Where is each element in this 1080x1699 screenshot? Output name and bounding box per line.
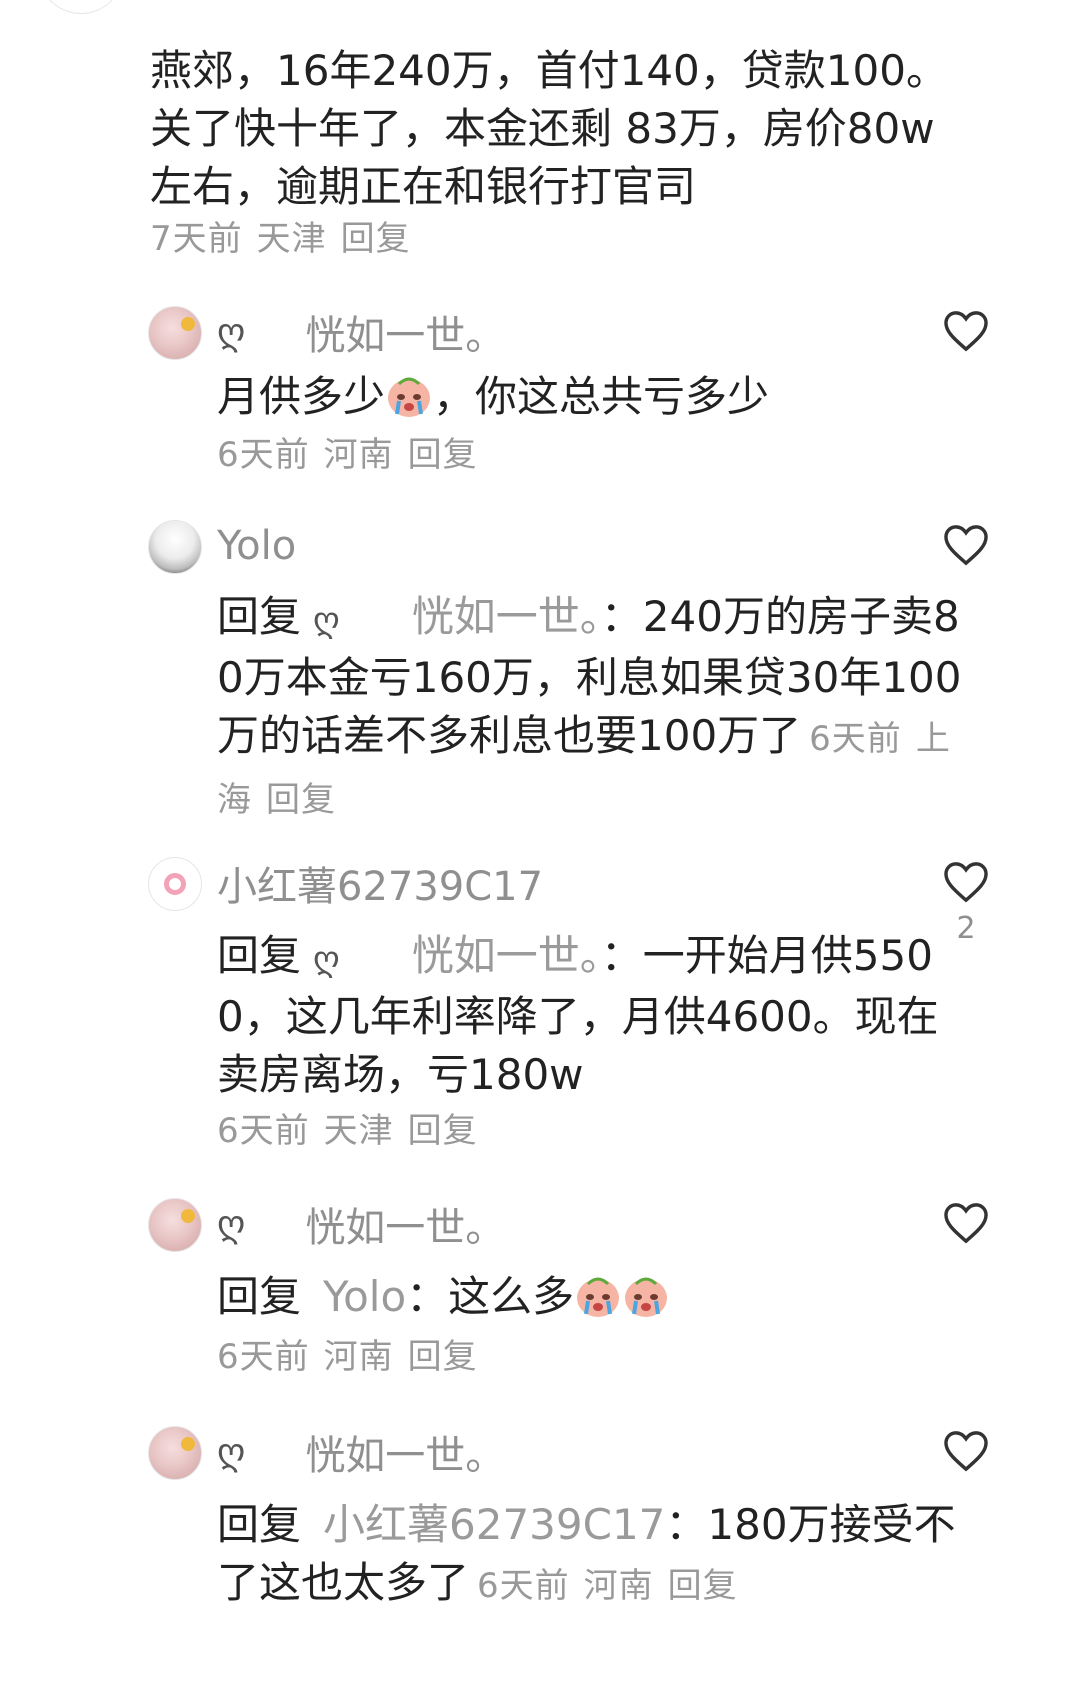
like-button[interactable]: 2 [942,861,990,946]
reply-target-name[interactable]: Yolo [323,1272,406,1321]
reply-target-name[interactable]: 恍如一世。 [412,592,601,641]
author-symbol: ღ [217,1203,246,1245]
comment-time: 7天前 [150,219,243,259]
reply-prefix: 回复 [217,592,302,641]
reply-author-row[interactable]: ღ 恍如一世。 [217,302,970,362]
reply-author-row[interactable]: ღ 恍如一世。 [217,1194,970,1254]
reply-item: 小红薯62739C17 回复 ღ 恍如一世。：一开始月供5500，这几年利率降了，月… [0,853,1080,1154]
reply-author-name: Yolo [217,523,297,569]
reply-author-name: 恍如一世。 [305,1433,506,1479]
reply-location: 河南 [583,1566,654,1606]
crying-face-emoji [388,377,431,417]
reply-meta: 6天前 河南 回复 [217,1334,970,1380]
reply-prefix: 回复 [217,1500,302,1549]
comment-meta: 7天前 天津 回复 [150,216,970,262]
reply-target-symbol: ღ [313,939,340,979]
comment-top: 燕郊，16年240万，首付140，贷款100。关了快十年了，本金还剩 83万，房… [0,0,1080,262]
reply-body-suffix: ，你这总共亏多少 [433,372,770,421]
reply-meta: 6天前 河南 回复 [477,1566,738,1606]
reply-location: 河南 [323,1337,394,1377]
reply-link[interactable]: 回复 [408,1337,478,1377]
reply-author-name: 恍如一世。 [305,313,506,359]
reply-body: 回复 Yolo：这么多 [217,1268,970,1326]
heart-outline-icon [944,1203,988,1244]
reply-link[interactable]: 回复 [341,219,411,259]
reply-time: 6天前 [809,719,902,759]
reply-time: 6天前 [477,1566,570,1606]
reply-time: 6天前 [217,435,310,475]
like-count: 2 [956,911,976,946]
comment-location: 天津 [256,219,327,259]
reply-link[interactable]: 回复 [266,780,336,820]
reply-separator: ： [406,1272,449,1321]
reply-prefix: 回复 [217,1272,302,1321]
reply-target-name[interactable]: 小红薯62739C17 [323,1500,665,1549]
reply-separator: ： [600,592,643,641]
crying-face-emoji [625,1277,668,1317]
reply-author-name: 小红薯62739C17 [217,864,544,910]
avatar[interactable] [148,520,202,574]
reply-meta: 6天前 河南 回复 [217,432,970,478]
reply-author-row[interactable]: 小红薯62739C17 [217,853,970,913]
comment-body: 燕郊，16年240万，首付140，贷款100。关了快十年了，本金还剩 83万，房… [150,46,948,211]
heart-outline-icon [944,311,988,352]
avatar[interactable] [148,1198,202,1252]
reply-location: 河南 [323,435,394,475]
like-button[interactable] [942,310,990,352]
reply-item: ღ 恍如一世。 回复 小红薯62739C17：180万接受不了这也太多了 6天前 河南… [0,1422,1080,1615]
reply-link[interactable]: 回复 [408,435,478,475]
crying-face-emoji [577,1277,620,1317]
like-button[interactable] [942,524,990,566]
reply-body: 回复 小红薯62739C17：180万接受不了这也太多了 6天前 河南 回复 [217,1496,970,1615]
reply-target-symbol: ღ [313,600,340,640]
reply-body-text: 这么多 [448,1272,575,1321]
avatar[interactable] [148,857,202,911]
reply-time: 6天前 [217,1337,310,1377]
like-button[interactable] [942,1430,990,1472]
reply-body: 回复 ღ 恍如一世。：240万的房子卖80万本金亏160万，利息如果贷30年100万… [217,588,970,829]
author-symbol: ღ [217,1431,246,1473]
avatar[interactable] [148,306,202,360]
reply-author-row[interactable]: Yolo [217,516,970,576]
reply-prefix: 回复 [217,931,302,980]
heart-outline-icon [944,525,988,566]
reply-body: 月供多少 ，你这总共亏多少 [217,368,970,426]
reply-link[interactable]: 回复 [668,1566,738,1606]
reply-target-name[interactable]: 恍如一世。 [412,931,601,980]
reply-separator: ： [600,931,643,980]
reply-separator: ： [665,1500,708,1549]
reply-meta: 6天前 天津 回复 [217,1108,970,1154]
reply-body: 回复 ღ 恍如一世。：一开始月供5500，这几年利率降了，月供4600。现在卖房离场… [217,927,970,1104]
donut-icon [164,873,186,895]
heart-outline-icon [944,862,988,903]
comment-thread: 燕郊，16年240万，首付140，贷款100。关了快十年了，本金还剩 83万，房… [0,0,1080,1615]
heart-outline-icon [944,1431,988,1472]
reply-author-name: 恍如一世。 [305,1205,506,1251]
reply-author-row[interactable]: ღ 恍如一世。 [217,1422,970,1482]
reply-item: Yolo 回复 ღ 恍如一世。：240万的房子卖80万本金亏160万，利息如果贷30… [0,516,1080,829]
reply-link[interactable]: 回复 [408,1111,478,1151]
reply-location: 天津 [323,1111,394,1151]
reply-item: ღ 恍如一世。 月供多少 ，你这总共亏多少 6天前 河南 回复 [0,302,1080,478]
avatar[interactable] [148,1426,202,1480]
author-symbol: ღ [217,311,246,353]
reply-item: ღ 恍如一世。 回复 Yolo：这么多 6天前 河南 回复 [0,1194,1080,1380]
like-button[interactable] [942,1202,990,1244]
reply-time: 6天前 [217,1111,310,1151]
reply-body-text: 月供多少 [217,372,386,421]
avatar[interactable] [38,0,124,14]
